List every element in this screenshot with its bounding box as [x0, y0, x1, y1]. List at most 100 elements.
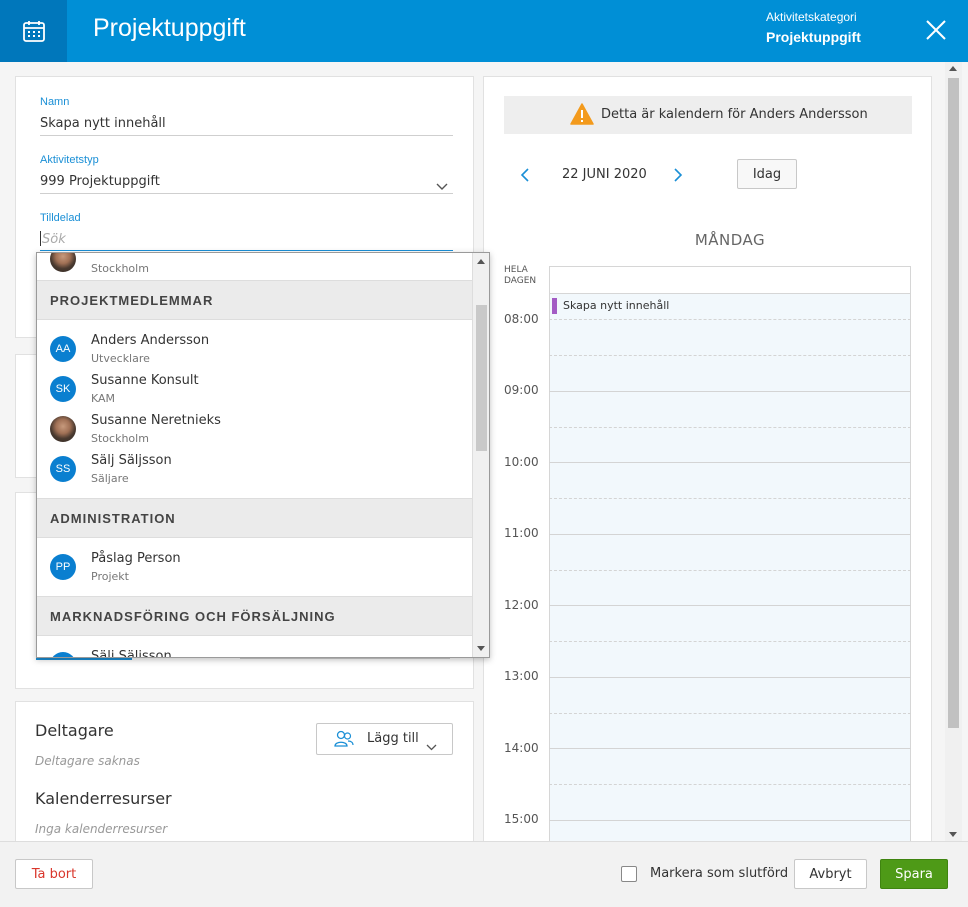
today-button[interactable]: Idag	[737, 159, 797, 189]
member-name: Påslag Person	[91, 551, 181, 566]
participants-empty: Deltagare saknas	[35, 754, 140, 768]
member-name: Susanne Konsult	[91, 373, 199, 388]
group-header: MARKNADSFÖRING OCH FÖRSÄLJNING	[37, 596, 474, 636]
type-label: Aktivitetstyp	[40, 154, 99, 166]
name-label: Namn	[40, 96, 70, 108]
calendar-icon	[0, 0, 67, 62]
hour-line	[549, 319, 911, 320]
group-header: ADMINISTRATION	[37, 498, 474, 538]
list-item[interactable]: SS Sälj Säljsson Säljare	[37, 449, 474, 489]
member-role: Stockholm	[91, 432, 149, 445]
calendar-notice: Detta är kalendern för Anders Andersson	[504, 96, 912, 134]
member-name: Sälj Säljsson	[91, 649, 172, 658]
chevron-down-icon[interactable]	[436, 176, 448, 190]
hour-label: 14:00	[504, 741, 539, 755]
allday-label-line2: DAGEN	[504, 276, 537, 286]
type-select[interactable]: 999 Projektuppgift	[40, 174, 160, 189]
name-input[interactable]: Skapa nytt innehåll	[40, 116, 166, 131]
chevron-left-icon[interactable]	[519, 167, 533, 182]
event-color-bar	[552, 298, 557, 314]
avatar: SS	[50, 456, 76, 482]
list-item[interactable]: AA Anders Andersson Utvecklare	[37, 329, 474, 369]
type-underline	[40, 193, 453, 194]
avatar: PP	[50, 554, 76, 580]
close-icon[interactable]	[924, 18, 948, 42]
chevron-right-icon[interactable]	[670, 167, 684, 182]
allday-label: HELA DAGEN	[504, 265, 536, 287]
hour-line	[549, 748, 911, 749]
day-name: MÅNDAG	[694, 231, 766, 249]
people-icon	[334, 730, 354, 752]
hour-line	[549, 605, 911, 606]
allday-row[interactable]	[549, 266, 911, 294]
half-hour-line	[549, 713, 911, 714]
member-role: Stockholm	[91, 262, 149, 275]
hour-line	[549, 534, 911, 535]
delete-label: Ta bort	[31, 867, 77, 882]
hour-label: 10:00	[504, 455, 539, 469]
category-label: Aktivitetskategori	[766, 10, 857, 24]
hour-label: 12:00	[504, 598, 539, 612]
assigned-search-input[interactable]: Sök	[42, 232, 66, 247]
assigned-underline	[40, 250, 453, 251]
hour-label: 09:00	[504, 383, 539, 397]
add-participant-button[interactable]: Lägg till	[316, 723, 453, 755]
group-label: PROJEKTMEDLEMMAR	[50, 293, 214, 308]
group-label: MARKNADSFÖRING OCH FÖRSÄLJNING	[50, 609, 336, 624]
notice-text: Detta är kalendern för Anders Andersson	[601, 107, 868, 122]
calendar-event[interactable]: Skapa nytt innehåll	[552, 298, 752, 314]
mark-done-checkbox[interactable]	[621, 866, 637, 882]
main-scrollbar-thumb[interactable]	[948, 78, 959, 728]
list-item[interactable]: PP Påslag Person Projekt	[37, 547, 474, 587]
list-item[interactable]: Stockholm	[37, 253, 474, 279]
main-scrollbar[interactable]	[945, 62, 962, 841]
dropdown-scrollbar[interactable]	[472, 253, 489, 657]
calendar-date: 22 JUNI 2020	[562, 167, 647, 182]
member-name: Anders Andersson	[91, 333, 210, 348]
scroll-down-arrow[interactable]	[949, 832, 957, 837]
dialog-footer: Ta bort Markera som slutförd Avbryt Spar…	[0, 841, 968, 907]
hour-line	[549, 677, 911, 678]
assignee-dropdown[interactable]: Stockholm PROJEKTMEDLEMMAR AA Anders And…	[36, 252, 490, 658]
mark-done-label: Markera som slutförd	[650, 866, 789, 881]
hour-line	[549, 391, 911, 392]
member-role: Projekt	[91, 570, 129, 583]
hour-line	[549, 820, 911, 821]
dialog-title: Projektuppgift	[93, 14, 246, 42]
scroll-down-arrow[interactable]	[477, 646, 485, 651]
delete-button[interactable]: Ta bort	[15, 859, 93, 889]
calendar-grid[interactable]	[549, 266, 911, 841]
warning-icon	[570, 103, 594, 129]
hour-line	[549, 462, 911, 463]
avatar: SK	[50, 376, 76, 402]
chevron-down-icon	[426, 736, 437, 755]
save-label: Spara	[895, 867, 933, 882]
add-participant-label: Lägg till	[367, 731, 419, 746]
hour-label: 08:00	[504, 312, 539, 326]
tab-divider	[240, 658, 450, 659]
half-hour-line	[549, 641, 911, 642]
half-hour-line	[549, 570, 911, 571]
category-value: Projektuppgift	[766, 29, 861, 45]
save-button[interactable]: Spara	[880, 859, 948, 889]
cancel-button[interactable]: Avbryt	[794, 859, 867, 889]
list-item[interactable]: Susanne Neretnieks Stockholm	[37, 409, 474, 449]
hour-label: 11:00	[504, 526, 539, 540]
group-header: PROJEKTMEDLEMMAR	[37, 280, 474, 320]
name-underline	[40, 135, 453, 136]
resources-title: Kalenderresurser	[35, 789, 172, 808]
list-item[interactable]: Sälj Säljsson	[37, 645, 474, 658]
scroll-up-arrow[interactable]	[949, 66, 957, 71]
dropdown-scrollbar-thumb[interactable]	[476, 305, 487, 451]
half-hour-line	[549, 784, 911, 785]
scroll-up-arrow[interactable]	[477, 259, 485, 264]
member-role: KAM	[91, 392, 116, 405]
half-hour-line	[549, 427, 911, 428]
hour-label: 15:00	[504, 812, 539, 826]
cancel-label: Avbryt	[809, 867, 852, 882]
member-role: Säljare	[91, 472, 129, 485]
half-hour-line	[549, 498, 911, 499]
list-item[interactable]: SK Susanne Konsult KAM	[37, 369, 474, 409]
half-hour-line	[549, 355, 911, 356]
text-cursor	[40, 231, 41, 246]
